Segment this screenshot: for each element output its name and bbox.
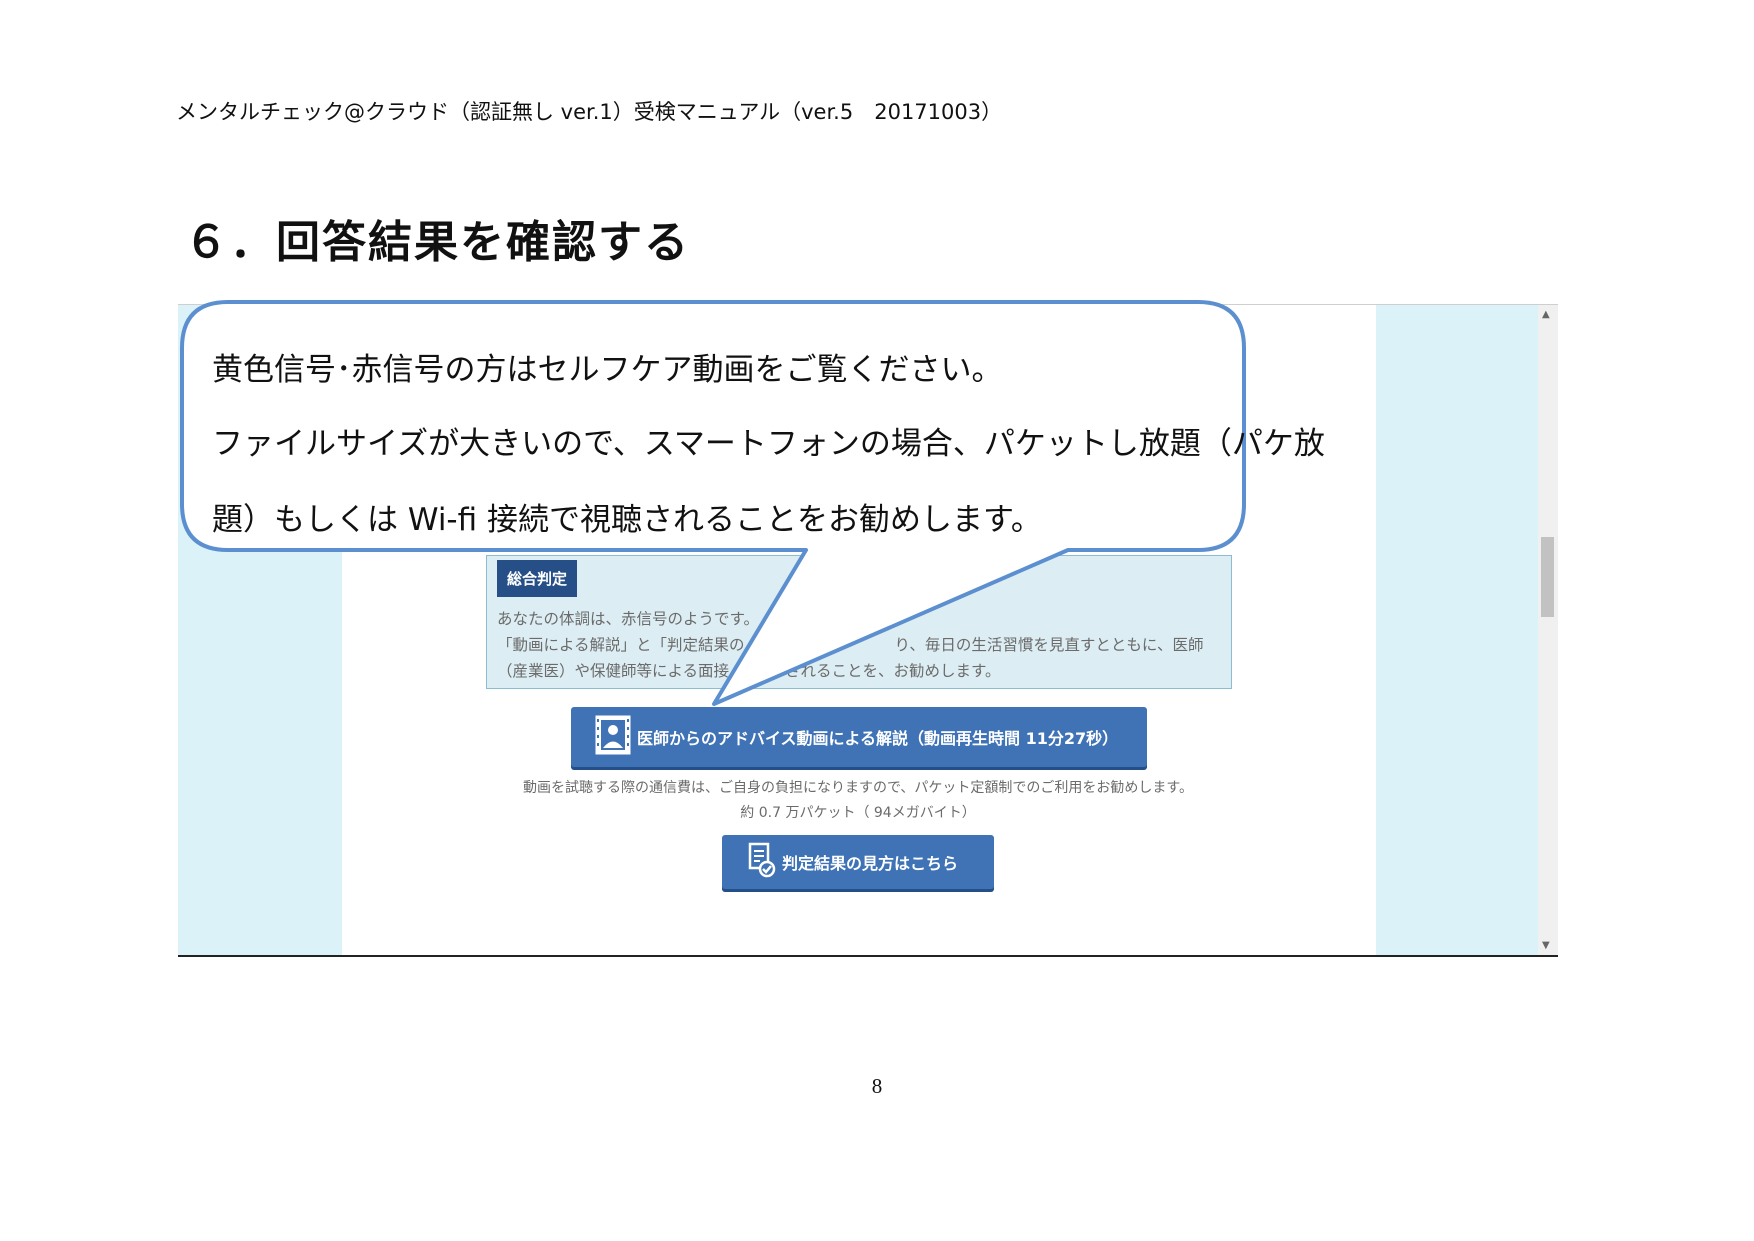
callout-line: ファイルサイズが大きいので、スマートフォンの場合、パケットし放題（パケ放 [212,426,1325,462]
overall-result-badge: 総合判定 [497,560,578,597]
vertical-scrollbar[interactable]: ▲ ▼ [1538,305,1558,955]
result-line-part: 「動画による解説」と「判定結果の [497,636,745,654]
scroll-thumb[interactable] [1541,537,1554,617]
scroll-down-arrow-icon[interactable]: ▼ [1542,940,1550,951]
right-side-panel [1376,305,1538,955]
doctor-video-icon [595,715,631,759]
callout-line: 題）もしくは Wi-fi 接続で視聴されることをお勧めします。 [212,502,1042,538]
callout-line: 黄色信号･赤信号の方はセルフケア動画をご覧ください。 [212,352,1003,388]
result-line-part: （産業医）や保健師等による面接 [497,662,730,680]
advice-video-button[interactable]: 医師からのアドバイス動画による解説（動画再生時間 11分27秒） [571,707,1147,767]
left-side-panel [178,305,342,955]
document-header: メンタルチェック@クラウド（認証無し ver.1）受検マニュアル（ver.5 2… [176,100,1003,124]
advice-video-button-label: 医師からのアドバイス動画による解説（動画再生時間 11分27秒） [637,729,1119,748]
overall-result-box: 総合判定 あなたの体調は、赤信号のようです。 「動画による解説」と「判定結果の り… [486,555,1232,689]
result-line: （産業医）や保健師等による面接 されることを、お勧めします。 [497,658,1217,684]
document-check-icon [746,842,776,882]
result-line: あなたの体調は、赤信号のようです。 [497,610,759,628]
result-guide-button-label: 判定結果の見方はこちら [782,854,959,873]
scroll-up-arrow-icon[interactable]: ▲ [1542,309,1550,320]
result-message: あなたの体調は、赤信号のようです。 「動画による解説」と「判定結果の り、毎日の生… [497,606,1217,684]
packet-size-note: 約 0.7 万パケット（ 94メガバイト） [740,805,976,821]
result-guide-button[interactable]: 判定結果の見方はこちら [722,835,994,889]
data-usage-note: 動画を試聴する際の通信費は、ご自身の負担になりますので、パケット定額制でのご利用… [522,780,1194,796]
result-line-part: り、毎日の生活習慣を見直すとともに、医師 [894,636,1204,654]
section-title: ６．回答結果を確認する [184,217,690,268]
result-line-part: されることを、お勧めします。 [785,662,1001,680]
result-line: 「動画による解説」と「判定結果の り、毎日の生活習慣を見直すとともに、医師 [497,632,1217,658]
embedded-screenshot: ▲ ▼ 総合判定 あなたの体調は、赤信号のようです。 「動画による解説」と「判定… [178,304,1558,957]
page-number: 8 [871,1074,883,1098]
screenshot-bottom-border [178,955,1558,957]
